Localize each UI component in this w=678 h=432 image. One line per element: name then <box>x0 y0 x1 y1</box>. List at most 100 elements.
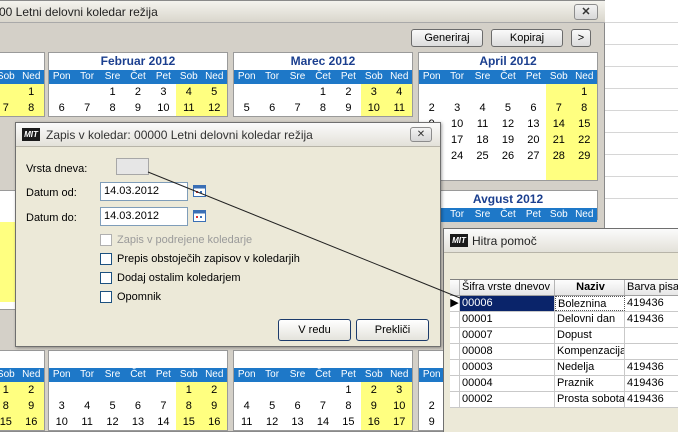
day-cell[interactable]: 15 <box>176 414 202 430</box>
generate-button[interactable]: Generiraj <box>411 29 483 47</box>
day-cell[interactable]: 11 <box>74 414 99 430</box>
day-cell[interactable]: 10 <box>49 414 74 430</box>
cancel-button[interactable]: Prekliči <box>356 319 429 341</box>
column-header-code[interactable]: Šifra vrste dnevov <box>460 280 555 295</box>
day-cell[interactable] <box>419 382 444 398</box>
calendar-picker-icon[interactable] <box>193 184 206 197</box>
day-cell[interactable]: 24 <box>444 148 469 164</box>
day-cell[interactable]: 1 <box>0 382 19 398</box>
day-cell[interactable]: 9 <box>361 398 387 414</box>
day-cell[interactable]: 7 <box>310 398 335 414</box>
day-cell[interactable]: 12 <box>100 414 125 430</box>
day-cell[interactable]: 8 <box>100 100 125 116</box>
day-cell[interactable]: 6 <box>259 100 284 116</box>
day-cell[interactable]: 9 <box>18 398 44 414</box>
day-cell[interactable] <box>125 382 150 398</box>
day-cell[interactable] <box>546 84 572 100</box>
day-cell[interactable]: 16 <box>361 414 387 430</box>
day-type-field[interactable] <box>116 158 149 175</box>
day-cell[interactable] <box>470 164 495 180</box>
date-to-input[interactable]: 14.03.2012 <box>100 207 188 226</box>
day-cell[interactable] <box>234 84 259 100</box>
day-cell[interactable]: 2 <box>419 100 444 116</box>
day-cell[interactable]: 7 <box>74 100 99 116</box>
day-cell[interactable]: 10 <box>151 100 176 116</box>
day-cell[interactable] <box>285 84 310 100</box>
day-cell[interactable]: 13 <box>125 414 150 430</box>
day-cell[interactable]: 16 <box>18 414 44 430</box>
day-cell[interactable] <box>49 382 74 398</box>
day-cell[interactable]: 7 <box>151 398 176 414</box>
day-cell[interactable]: 11 <box>234 414 259 430</box>
day-cell[interactable]: 1 <box>310 84 335 100</box>
day-cell[interactable]: 26 <box>495 148 520 164</box>
day-cell[interactable]: 2 <box>336 84 361 100</box>
day-cell[interactable]: 5 <box>259 398 284 414</box>
calendar-picker-icon[interactable] <box>193 209 206 222</box>
day-cell[interactable] <box>234 382 259 398</box>
day-cell[interactable] <box>285 382 310 398</box>
day-cell[interactable]: 1 <box>100 84 125 100</box>
day-cell[interactable]: 20 <box>521 132 546 148</box>
ok-button[interactable]: V redu <box>278 319 351 341</box>
day-cell[interactable]: 7 <box>546 100 572 116</box>
close-icon[interactable]: ✕ <box>574 4 598 20</box>
day-cell[interactable]: 12 <box>495 116 520 132</box>
day-cell[interactable]: 12 <box>259 414 284 430</box>
day-cell[interactable]: 8 <box>18 100 44 116</box>
checkbox-subordinate-calendars[interactable]: Zapis v podrejene koledarje <box>100 234 252 246</box>
day-cell[interactable]: 6 <box>285 398 310 414</box>
day-cell[interactable] <box>259 84 284 100</box>
day-cell[interactable] <box>259 382 284 398</box>
table-row[interactable]: 00004 Praznik 419436 <box>450 376 678 392</box>
day-cell[interactable]: 6 <box>521 100 546 116</box>
checkbox-add-other-calendars[interactable]: Dodaj ostalim koledarjem <box>100 272 241 284</box>
day-cell[interactable]: 2 <box>125 84 150 100</box>
day-cell[interactable]: 16 <box>201 414 227 430</box>
day-cell[interactable]: 8 <box>571 100 597 116</box>
day-cell[interactable]: 14 <box>151 414 176 430</box>
day-cell[interactable]: 11 <box>386 100 412 116</box>
day-cell[interactable]: 17 <box>386 414 412 430</box>
table-row[interactable]: 00001 Delovni dan 419436 <box>450 312 678 328</box>
day-cell[interactable]: 12 <box>201 100 227 116</box>
day-cell[interactable]: 10 <box>386 398 412 414</box>
day-cell[interactable]: 5 <box>495 100 520 116</box>
day-cell[interactable]: 15 <box>336 414 361 430</box>
day-cell[interactable]: 19 <box>495 132 520 148</box>
day-cell[interactable]: 13 <box>521 116 546 132</box>
day-cell[interactable] <box>546 164 572 180</box>
checkbox-overwrite-entries[interactable]: Prepis obstoječih zapisov v koledarjih <box>100 253 300 265</box>
checkbox-reminder[interactable]: Opomnik <box>100 291 161 303</box>
day-cell[interactable] <box>419 84 444 100</box>
table-row[interactable]: 00002 Prosta sobota 419436 <box>450 392 678 408</box>
day-cell[interactable] <box>495 84 520 100</box>
day-cell[interactable]: 9 <box>336 100 361 116</box>
day-cell[interactable]: 1 <box>18 84 44 100</box>
day-cell[interactable]: 18 <box>470 132 495 148</box>
day-cell[interactable]: 14 <box>546 116 572 132</box>
day-cell[interactable]: 9 <box>201 398 227 414</box>
day-cell[interactable]: 15 <box>571 116 597 132</box>
day-cell[interactable]: 3 <box>386 382 412 398</box>
day-cell[interactable]: 29 <box>571 148 597 164</box>
day-cell[interactable]: 4 <box>234 398 259 414</box>
day-cell[interactable]: 28 <box>546 148 572 164</box>
day-cell[interactable] <box>444 84 469 100</box>
day-cell[interactable] <box>521 164 546 180</box>
day-cell[interactable]: 27 <box>521 148 546 164</box>
day-cell[interactable]: 10 <box>361 100 387 116</box>
day-cell[interactable]: 8 <box>310 100 335 116</box>
day-cell[interactable] <box>495 164 520 180</box>
day-cell[interactable] <box>470 84 495 100</box>
table-row[interactable]: 00008 Kompenzacija <box>450 344 678 360</box>
day-cell[interactable]: 22 <box>571 132 597 148</box>
day-cell[interactable]: 4 <box>176 84 202 100</box>
day-cell[interactable]: 13 <box>285 414 310 430</box>
day-cell[interactable]: 7 <box>0 100 19 116</box>
day-cell[interactable]: 4 <box>470 100 495 116</box>
day-cell[interactable] <box>49 84 74 100</box>
day-cell[interactable]: 3 <box>151 84 176 100</box>
day-cell[interactable]: 9 <box>125 100 150 116</box>
day-cell[interactable]: 25 <box>470 148 495 164</box>
